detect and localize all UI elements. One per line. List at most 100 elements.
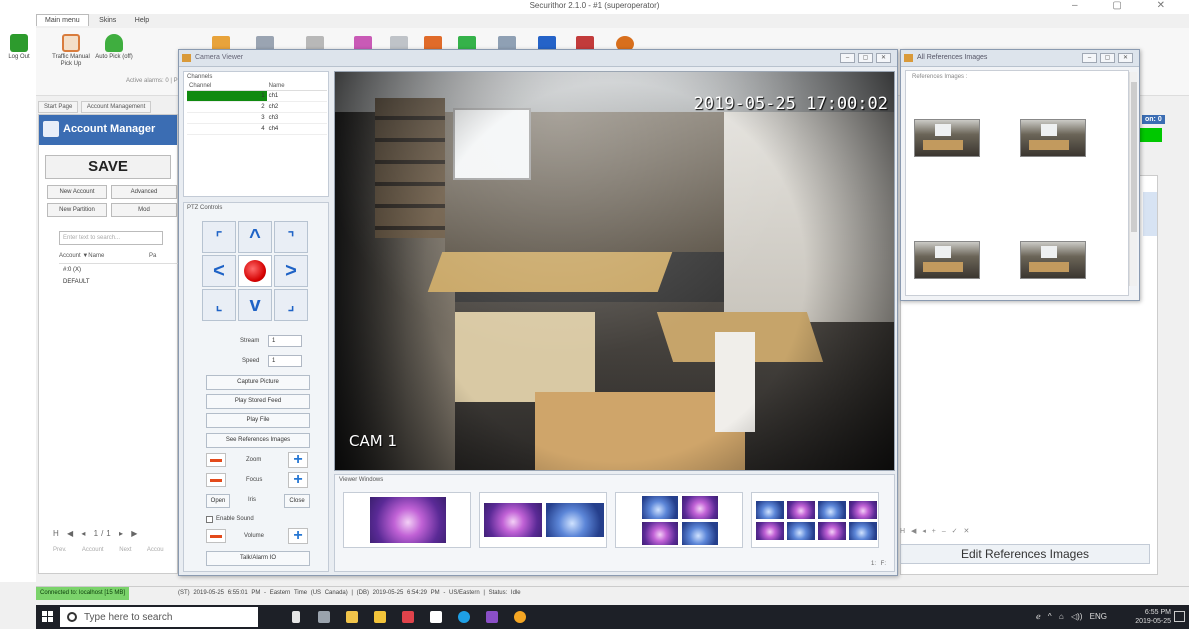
active-alarms-label: Active alarms: 0 | Pro: [126, 78, 183, 84]
minimize-button[interactable]: –: [840, 53, 855, 63]
pan-up-button[interactable]: ^: [238, 221, 272, 253]
channel-row[interactable]: 3 ch3: [187, 112, 327, 124]
account-pager[interactable]: H ◀ ◂ 1/1 ▸ ▶: [53, 529, 140, 538]
iris-close-button[interactable]: Close: [284, 494, 310, 508]
skype-icon[interactable]: [458, 611, 470, 623]
pan-up-left-button[interactable]: ⌜: [202, 221, 236, 253]
iris-open-button[interactable]: Open: [206, 494, 230, 508]
new-account-button[interactable]: New Account: [47, 185, 107, 199]
iris-label: Iris: [248, 497, 256, 503]
advanced-button[interactable]: Advanced: [111, 185, 177, 199]
references-scrollbar[interactable]: [1129, 72, 1137, 286]
layout-1x1-button[interactable]: [343, 492, 471, 548]
maximize-button[interactable]: ▢: [858, 53, 873, 63]
minus-icon: [210, 535, 222, 538]
speed-input[interactable]: 1: [268, 355, 302, 367]
account-default-row[interactable]: DEFAULT: [59, 279, 179, 285]
col-pa[interactable]: Pa: [149, 253, 156, 259]
app-titlebar: Securithor 2.1.0 - #1 (superoperator) – …: [0, 0, 1189, 14]
play-stored-feed-button[interactable]: Play Stored Feed: [206, 394, 310, 409]
layout-1x2-button[interactable]: [479, 492, 607, 548]
volume-label: Volume: [244, 533, 265, 539]
start-button[interactable]: [42, 611, 54, 623]
see-references-images-button[interactable]: See References Images: [206, 433, 310, 448]
account-group-row[interactable]: #:0 (X): [59, 267, 179, 273]
app-icon[interactable]: [402, 611, 414, 623]
col-name: Name: [266, 82, 327, 91]
pan-down-button[interactable]: v: [238, 289, 272, 321]
pan-down-right-button[interactable]: ⌟: [274, 289, 308, 321]
auto-pick-button[interactable]: Auto Pick (off): [94, 34, 134, 61]
ptz-home-button[interactable]: [238, 255, 272, 287]
channel-number: 4: [187, 123, 267, 135]
volume-up-button[interactable]: +: [288, 528, 308, 544]
reference-image[interactable]: [1020, 119, 1086, 157]
microphone-icon[interactable]: [292, 611, 300, 623]
stream-select[interactable]: 1: [268, 335, 302, 347]
pan-down-left-button[interactable]: ⌞: [202, 289, 236, 321]
log-out-button[interactable]: Log Out: [4, 34, 34, 61]
references-titlebar: All References Images – ▢ ✕: [901, 50, 1139, 67]
tab-account-management[interactable]: Account Management: [80, 101, 152, 113]
save-button[interactable]: SAVE: [45, 155, 171, 179]
reference-image[interactable]: [1020, 241, 1086, 279]
system-clock[interactable]: 6:55 PM 2019-05-25: [1135, 608, 1171, 626]
file-explorer-icon[interactable]: [346, 611, 358, 623]
zoom-in-button[interactable]: +: [288, 452, 308, 468]
channel-row[interactable]: 1 ch1: [187, 90, 327, 102]
notifications-icon[interactable]: [1174, 611, 1185, 622]
scrollbar-thumb[interactable]: [1131, 82, 1137, 232]
capture-picture-button[interactable]: Capture Picture: [206, 375, 310, 390]
talk-alarm-button[interactable]: Talk/Alarm IO: [206, 551, 310, 566]
traffic-pickup-button[interactable]: Traffic Manual Pick Up: [50, 34, 92, 68]
right-panel-toolbar[interactable]: H ◀ ◂ + – ✓ ✕: [900, 527, 969, 535]
close-button[interactable]: ✕: [876, 53, 891, 63]
camera-feed[interactable]: 2019-05-25 17:00:02 CAM 1: [334, 71, 895, 471]
reference-image[interactable]: [914, 119, 980, 157]
tab-start-page[interactable]: Start Page: [38, 101, 79, 113]
tab-skins[interactable]: Skins: [91, 15, 124, 26]
focus-minus-button[interactable]: [206, 473, 226, 487]
feed-timestamp: 2019-05-25 17:00:02: [693, 94, 888, 114]
tab-main-menu[interactable]: Main menu: [36, 14, 89, 26]
layout-4x2-button[interactable]: [751, 492, 879, 548]
col-account[interactable]: Account ▼Name: [59, 253, 104, 259]
new-partition-button[interactable]: New Partition: [47, 203, 107, 217]
connection-status: Connected to: localhost [15 MB]: [36, 587, 130, 600]
account-header: Account Manager: [39, 115, 177, 145]
channel-number: 2: [187, 101, 267, 113]
next-account-button[interactable]: Next Accou: [119, 547, 163, 553]
account-search-input[interactable]: Enter text to search...: [59, 231, 163, 245]
pan-left-button[interactable]: <: [202, 255, 236, 287]
visual-studio-icon[interactable]: [486, 611, 498, 623]
layout-2x2-button[interactable]: [615, 492, 743, 548]
cortana-icon: [67, 612, 77, 622]
mail-icon[interactable]: [430, 611, 442, 623]
volume-down-button[interactable]: [206, 529, 226, 543]
pan-right-button[interactable]: >: [274, 255, 308, 287]
play-file-button[interactable]: Play File: [206, 413, 310, 428]
store-icon[interactable]: [374, 611, 386, 623]
pan-up-right-button[interactable]: ⌝: [274, 221, 308, 253]
channel-name: ch1: [266, 90, 327, 102]
prev-account-button[interactable]: Prev. Account: [53, 547, 104, 553]
window-controls[interactable]: – ▢ ✕: [1072, 0, 1181, 11]
taskbar-search-input[interactable]: Type here to search: [60, 607, 258, 627]
zoom-out-button[interactable]: [206, 453, 226, 467]
modify-button[interactable]: Mod: [111, 203, 177, 217]
edit-references-images-button[interactable]: Edit References Images: [900, 544, 1150, 564]
securithor-icon[interactable]: [514, 611, 526, 623]
maximize-button[interactable]: ▢: [1100, 53, 1115, 63]
task-view-icon[interactable]: [318, 611, 330, 623]
enable-sound-checkbox[interactable]: [206, 516, 213, 523]
reference-image[interactable]: [914, 241, 980, 279]
channel-row[interactable]: 2 ch2: [187, 101, 327, 113]
channel-row[interactable]: 4 ch4: [187, 123, 327, 135]
feed-camera-label: CAM 1: [349, 432, 397, 450]
close-button[interactable]: ✕: [1118, 53, 1133, 63]
tab-help[interactable]: Help: [127, 15, 157, 26]
focus-plus-button[interactable]: +: [288, 472, 308, 488]
system-tray-icons[interactable]: ℯ ^ ⌂ ◁)) ENG: [1036, 612, 1107, 621]
minimize-button[interactable]: –: [1082, 53, 1097, 63]
channel-name: ch2: [266, 101, 327, 113]
